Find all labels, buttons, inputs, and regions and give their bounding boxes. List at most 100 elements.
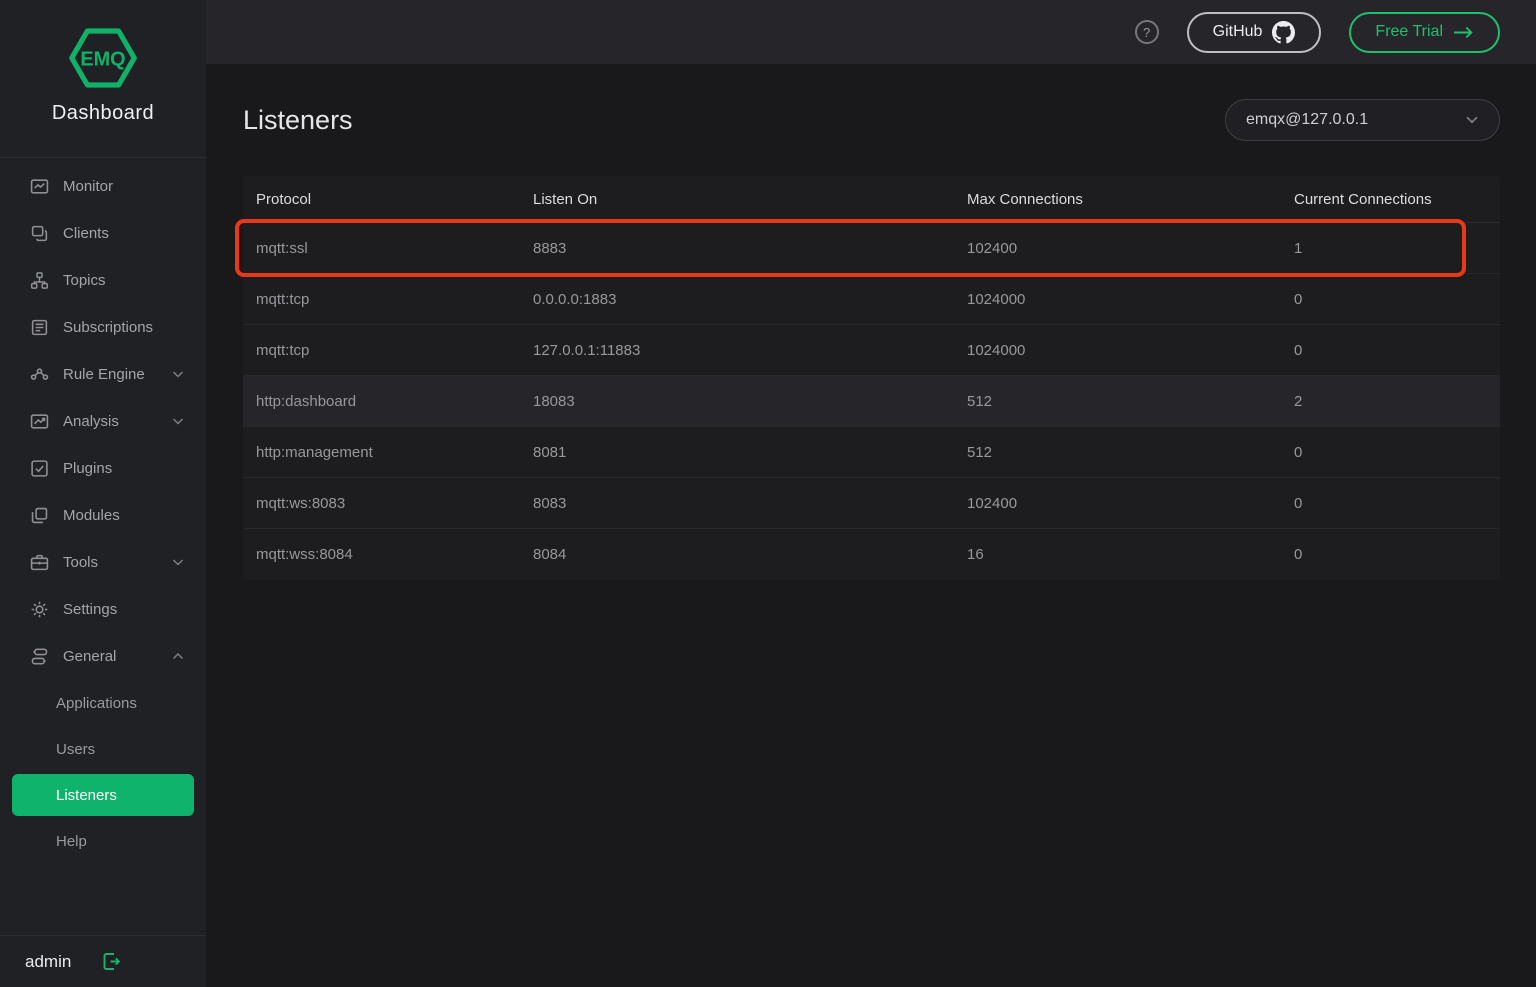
cell-max-connections: 512 bbox=[967, 444, 1294, 461]
column-header-protocol: Protocol bbox=[256, 191, 533, 208]
sidebar-item-label: General bbox=[63, 648, 172, 665]
table-row: mqtt:ws:8083 8083 102400 0 bbox=[243, 478, 1500, 529]
chevron-up-icon bbox=[172, 652, 184, 661]
cell-max-connections: 102400 bbox=[967, 495, 1294, 512]
sidebar-item-help[interactable]: Help bbox=[0, 818, 206, 864]
main-content: Listeners emqx@127.0.0.1 Protocol Listen… bbox=[206, 64, 1536, 987]
sidebar-item-label: Modules bbox=[63, 507, 184, 524]
sidebar-item-label: Tools bbox=[63, 554, 172, 571]
sidebar-item-general[interactable]: General bbox=[0, 633, 206, 680]
chevron-down-icon bbox=[172, 558, 184, 567]
table-row: http:management 8081 512 0 bbox=[243, 427, 1500, 478]
sidebar-item-label: Clients bbox=[63, 225, 184, 242]
emq-logo-icon: EMQ bbox=[67, 26, 139, 90]
sidebar-item-plugins[interactable]: Plugins bbox=[0, 445, 206, 492]
table-header: Protocol Listen On Max Connections Curre… bbox=[243, 176, 1500, 223]
github-button[interactable]: GitHub bbox=[1187, 12, 1322, 53]
submenu-label: Applications bbox=[56, 695, 137, 712]
cell-listen-on: 0.0.0.0:1883 bbox=[533, 291, 967, 308]
clients-icon bbox=[30, 224, 49, 243]
logout-button[interactable] bbox=[101, 952, 122, 971]
node-select-dropdown[interactable]: emqx@127.0.0.1 bbox=[1225, 99, 1500, 141]
topbar: ? GitHub Free Trial bbox=[206, 0, 1536, 64]
help-button[interactable]: ? bbox=[1135, 20, 1159, 44]
submenu-label: Users bbox=[56, 741, 95, 758]
sidebar-item-label: Topics bbox=[63, 272, 184, 289]
table-body: mqtt:ssl 8883 102400 1 mqtt:tcp 0.0.0.0:… bbox=[243, 223, 1500, 580]
logout-icon bbox=[101, 952, 122, 971]
analysis-icon bbox=[30, 412, 49, 431]
cell-max-connections: 1024000 bbox=[967, 291, 1294, 308]
sidebar-item-label: Analysis bbox=[63, 413, 172, 430]
listeners-table: Protocol Listen On Max Connections Curre… bbox=[243, 176, 1500, 580]
sidebar-item-listeners[interactable]: Listeners bbox=[12, 774, 194, 816]
subscriptions-icon bbox=[30, 318, 49, 337]
sidebar: EMQ Dashboard Monitor Clients Topics bbox=[0, 0, 206, 987]
modules-icon bbox=[30, 506, 49, 525]
sidebar-item-label: Subscriptions bbox=[63, 319, 184, 336]
column-header-max-connections: Max Connections bbox=[967, 191, 1294, 208]
cell-current-connections: 0 bbox=[1294, 342, 1500, 359]
username-label: admin bbox=[25, 952, 71, 972]
sidebar-item-applications[interactable]: Applications bbox=[0, 680, 206, 726]
cell-current-connections: 0 bbox=[1294, 546, 1500, 563]
cell-protocol: mqtt:ws:8083 bbox=[256, 495, 533, 512]
general-icon bbox=[30, 647, 49, 666]
cell-protocol: http:management bbox=[256, 444, 533, 461]
free-trial-button[interactable]: Free Trial bbox=[1349, 12, 1500, 53]
cell-listen-on: 18083 bbox=[533, 393, 967, 410]
cell-max-connections: 102400 bbox=[967, 240, 1294, 257]
cell-current-connections: 0 bbox=[1294, 444, 1500, 461]
sidebar-item-monitor[interactable]: Monitor bbox=[0, 163, 206, 210]
cell-protocol: mqtt:ssl bbox=[256, 240, 533, 257]
brand[interactable]: EMQ Dashboard bbox=[0, 0, 206, 158]
sidebar-item-subscriptions[interactable]: Subscriptions bbox=[0, 304, 206, 351]
sidebar-item-rule-engine[interactable]: Rule Engine bbox=[0, 351, 206, 398]
sidebar-item-tools[interactable]: Tools bbox=[0, 539, 206, 586]
chevron-down-icon bbox=[172, 370, 184, 379]
cell-listen-on: 8084 bbox=[533, 546, 967, 563]
settings-icon bbox=[30, 600, 49, 619]
cell-protocol: mqtt:wss:8084 bbox=[256, 546, 533, 563]
sidebar-item-clients[interactable]: Clients bbox=[0, 210, 206, 257]
page-title: Listeners bbox=[243, 105, 353, 136]
github-button-label: GitHub bbox=[1213, 23, 1263, 41]
column-header-current-connections: Current Connections bbox=[1294, 191, 1500, 208]
sidebar-item-label: Plugins bbox=[63, 460, 184, 477]
topics-icon bbox=[30, 271, 49, 290]
cell-current-connections: 2 bbox=[1294, 393, 1500, 410]
brand-title: Dashboard bbox=[52, 102, 154, 125]
sidebar-item-analysis[interactable]: Analysis bbox=[0, 398, 206, 445]
sidebar-item-label: Settings bbox=[63, 601, 184, 618]
submenu-label: Listeners bbox=[56, 787, 117, 804]
cell-listen-on: 8083 bbox=[533, 495, 967, 512]
question-mark-icon: ? bbox=[1143, 25, 1150, 40]
cell-max-connections: 512 bbox=[967, 393, 1294, 410]
column-header-listen-on: Listen On bbox=[533, 191, 967, 208]
cell-protocol: mqtt:tcp bbox=[256, 291, 533, 308]
cell-max-connections: 1024000 bbox=[967, 342, 1294, 359]
cell-current-connections: 0 bbox=[1294, 291, 1500, 308]
arrow-right-icon bbox=[1453, 26, 1474, 39]
cell-listen-on: 8081 bbox=[533, 444, 967, 461]
cell-listen-on: 127.0.0.1:11883 bbox=[533, 342, 967, 359]
cell-max-connections: 16 bbox=[967, 546, 1294, 563]
svg-text:EMQ: EMQ bbox=[80, 49, 125, 71]
cell-protocol: mqtt:tcp bbox=[256, 342, 533, 359]
table-row: mqtt:tcp 127.0.0.1:11883 1024000 0 bbox=[243, 325, 1500, 376]
cell-current-connections: 1 bbox=[1294, 240, 1500, 257]
sidebar-item-settings[interactable]: Settings bbox=[0, 586, 206, 633]
sidebar-item-users[interactable]: Users bbox=[0, 726, 206, 772]
general-submenu: Applications Users Listeners Help bbox=[0, 680, 206, 864]
main-header: Listeners emqx@127.0.0.1 bbox=[206, 64, 1536, 176]
table-row: mqtt:ssl 8883 102400 1 bbox=[243, 223, 1500, 274]
sidebar-item-topics[interactable]: Topics bbox=[0, 257, 206, 304]
table-row: mqtt:tcp 0.0.0.0:1883 1024000 0 bbox=[243, 274, 1500, 325]
rule-engine-icon bbox=[30, 365, 49, 384]
free-trial-label: Free Trial bbox=[1375, 23, 1443, 41]
chevron-down-icon bbox=[172, 417, 184, 426]
node-select-value: emqx@127.0.0.1 bbox=[1246, 111, 1368, 129]
cell-listen-on: 8883 bbox=[533, 240, 967, 257]
user-area: admin bbox=[0, 935, 206, 987]
sidebar-item-modules[interactable]: Modules bbox=[0, 492, 206, 539]
